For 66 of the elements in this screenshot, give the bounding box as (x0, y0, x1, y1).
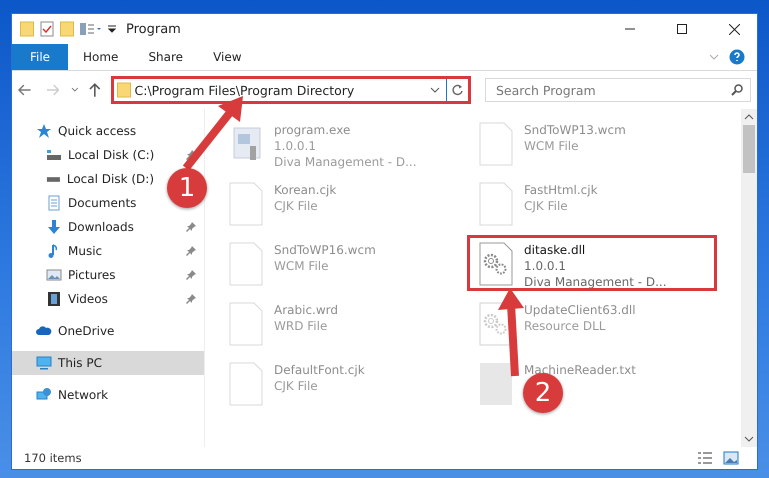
sidebar-item[interactable]: Local Disk (D:) (12, 167, 162, 191)
drive-icon (46, 147, 62, 163)
ribbon-tab[interactable]: Home (68, 44, 134, 70)
file-detail: WRD File (274, 318, 328, 334)
file-detail: CJK File (274, 198, 319, 214)
sidebar-item[interactable]: Local Disk (C:) (12, 143, 204, 167)
sidebar-item[interactable]: This PC (12, 351, 204, 375)
scrollbar[interactable] (741, 109, 757, 447)
refresh-icon (452, 84, 464, 96)
file-detail: 1.0.0.1 (274, 138, 317, 154)
properties-icon[interactable] (40, 21, 54, 37)
file-detail: CJK File (274, 378, 319, 394)
ribbon-tab[interactable]: File (12, 44, 68, 70)
sidebar-item[interactable]: Music (12, 239, 204, 263)
file-detail: Resource DLL (524, 318, 606, 334)
new-folder-icon (60, 21, 74, 37)
file-detail: 1.0.0.1 (524, 258, 567, 274)
scroll-down-icon[interactable] (744, 435, 754, 443)
minimize-icon (625, 28, 635, 30)
film-icon (46, 291, 62, 307)
ribbon-tab[interactable]: View (198, 44, 257, 70)
sidebar-item[interactable]: Downloads (12, 215, 204, 239)
folder-icon (116, 82, 130, 98)
address-bar[interactable]: C:\Program Files\Program Directory (110, 76, 471, 104)
document-icon (46, 195, 62, 211)
sidebar-item[interactable]: Network (12, 383, 204, 407)
sidebar-item[interactable]: OneDrive (12, 319, 204, 343)
sidebar-item[interactable]: Videos (12, 287, 204, 311)
sidebar-item[interactable]: Pictures (12, 263, 204, 287)
details-view-icon[interactable] (697, 451, 713, 465)
file-detail: WCM File (274, 258, 330, 274)
pin-icon[interactable] (186, 222, 196, 232)
folder-icon (20, 21, 34, 37)
pin-icon[interactable] (186, 270, 196, 280)
download-arrow-icon (46, 219, 62, 235)
search-field[interactable]: Search Program (485, 78, 751, 102)
ribbon-tab[interactable]: Share (133, 44, 198, 70)
file-name: ditaske.dll (524, 242, 586, 258)
file-detail: WCM File (524, 138, 580, 154)
file-detail: Diva Management - D... (524, 274, 667, 290)
file-detail: CJK File (524, 198, 569, 214)
pin-icon[interactable] (186, 294, 196, 304)
item-count: 170 items (24, 451, 83, 465)
dropdown-caret-icon[interactable] (108, 25, 116, 33)
chevron-down-icon[interactable] (71, 87, 79, 93)
maximize-icon (677, 24, 687, 34)
drive-icon (46, 176, 61, 182)
close-icon (728, 24, 740, 34)
pin-icon[interactable] (186, 150, 196, 160)
back-arrow-icon[interactable] (18, 84, 32, 96)
view-options-icon[interactable] (80, 22, 102, 36)
star-icon (36, 123, 52, 139)
monitor-icon (36, 355, 52, 371)
large-icons-view-icon[interactable] (723, 451, 739, 465)
up-arrow-icon[interactable] (88, 83, 100, 97)
search-icon[interactable] (731, 84, 743, 96)
scrollbar-thumb[interactable] (743, 125, 755, 173)
scroll-up-icon[interactable] (744, 113, 754, 121)
sidebar-item[interactable]: Quick access (12, 119, 204, 143)
sidebar-item[interactable]: Documents (12, 191, 162, 215)
file-item[interactable]: ditaske.dll 1.0.0.1 Diva Management - D... (467, 235, 717, 291)
file-detail: Diva Management - D... (274, 154, 417, 170)
picture-icon (46, 267, 62, 283)
chevron-down-icon[interactable] (430, 86, 440, 94)
window-title: Program (126, 22, 182, 36)
pin-icon[interactable] (186, 246, 196, 256)
